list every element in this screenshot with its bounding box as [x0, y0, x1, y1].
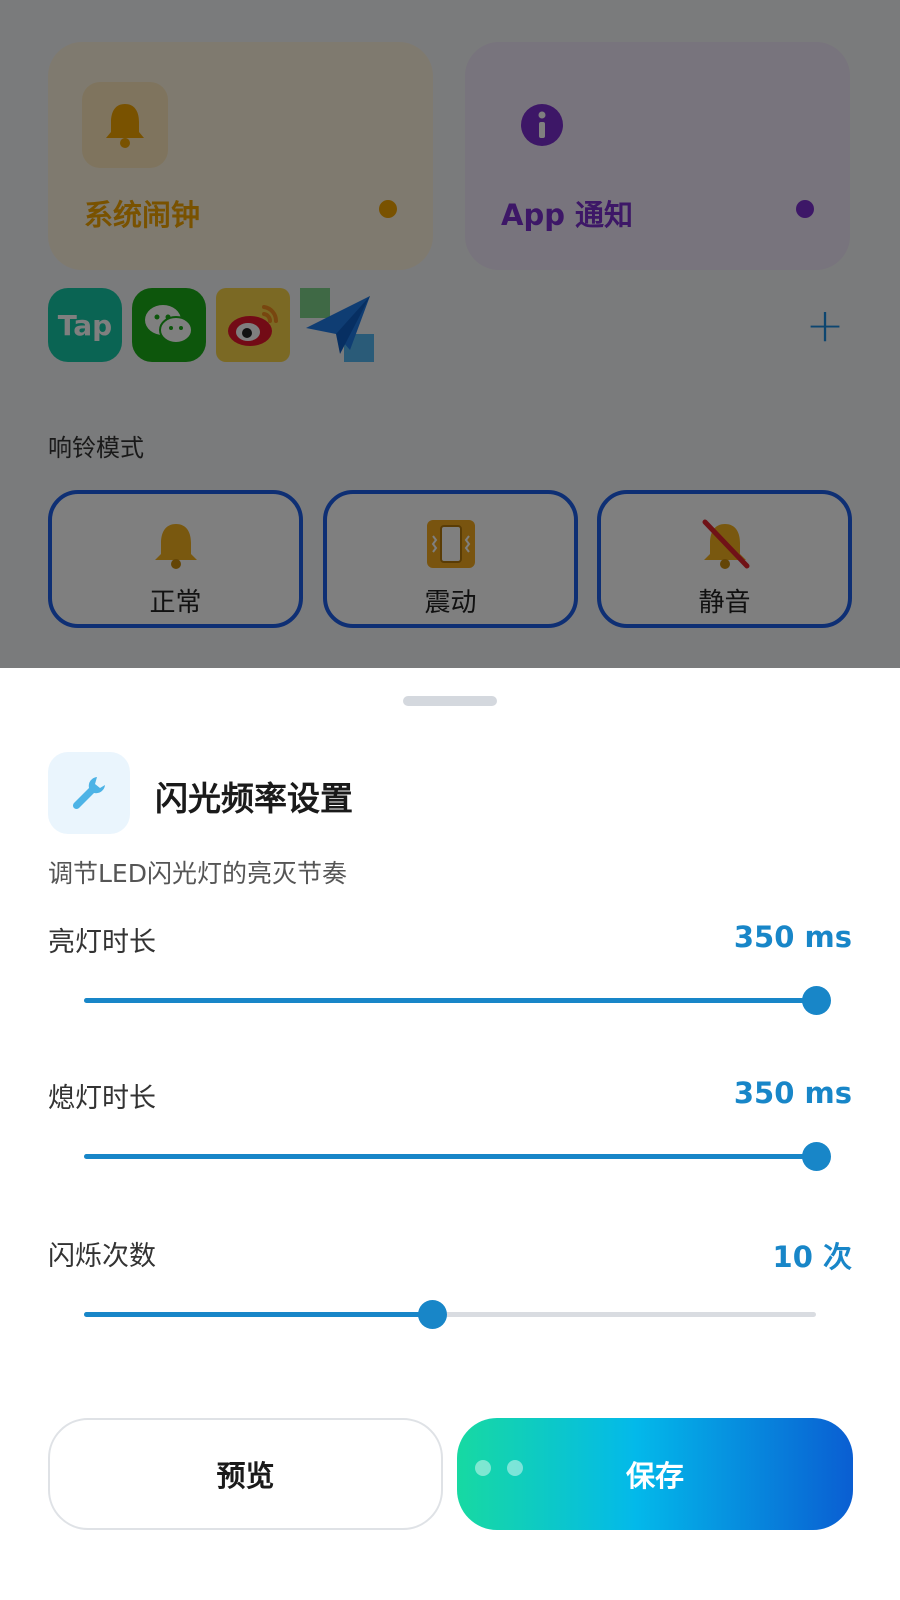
- tap-app-label: Tap: [57, 308, 113, 342]
- off-duration-label: 熄灯时长: [48, 1083, 156, 1114]
- slider-fill: [84, 998, 816, 1003]
- tap-app-icon[interactable]: Tap: [48, 288, 122, 362]
- ring-mode-vibrate[interactable]: 震动: [323, 490, 578, 628]
- decorative-dots: [475, 1460, 523, 1476]
- blink-count-label: 闪烁次数: [48, 1241, 156, 1272]
- off-duration-slider[interactable]: [84, 1142, 831, 1171]
- vibrate-icon: [421, 514, 481, 574]
- muted-bell-icon: [695, 514, 755, 574]
- sheet-drag-handle[interactable]: [403, 696, 497, 706]
- bell-icon: [82, 82, 168, 168]
- paper-plane-app-icon[interactable]: [300, 288, 374, 362]
- wrench-icon: [48, 752, 130, 834]
- slider-thumb[interactable]: [802, 1142, 831, 1171]
- wechat-app-icon[interactable]: [132, 288, 206, 362]
- slider-thumb[interactable]: [802, 986, 831, 1015]
- ring-mode-silent[interactable]: 静音: [597, 490, 852, 628]
- blink-count-value: 10 次: [772, 1240, 852, 1274]
- slider-fill: [84, 1154, 816, 1159]
- flash-frequency-sheet: 闪光频率设置 调节LED闪光灯的亮灭节奏 亮灯时长 350 ms 熄灯时长 35…: [0, 668, 900, 1600]
- app-notification-title: App 通知: [501, 198, 634, 232]
- system-alarm-title: 系统闹钟: [84, 198, 201, 232]
- ring-mode-vibrate-label: 震动: [424, 588, 477, 618]
- sheet-title: 闪光频率设置: [155, 779, 353, 818]
- on-duration-value: 350 ms: [733, 920, 852, 954]
- on-duration-slider[interactable]: [84, 986, 831, 1015]
- on-duration-label: 亮灯时长: [48, 927, 156, 958]
- ring-mode-label: 响铃模式: [48, 434, 144, 462]
- status-dot: [379, 200, 397, 218]
- blink-count-slider[interactable]: [84, 1300, 816, 1329]
- slider-thumb[interactable]: [417, 1300, 447, 1329]
- ring-mode-normal-label: 正常: [149, 588, 202, 618]
- preview-button[interactable]: 预览: [48, 1418, 443, 1530]
- system-alarm-card[interactable]: 系统闹钟: [48, 42, 433, 270]
- add-app-button[interactable]: +: [800, 300, 850, 350]
- ring-mode-silent-label: 静音: [698, 588, 751, 618]
- save-button[interactable]: 保存: [457, 1418, 853, 1530]
- slider-fill: [84, 1312, 432, 1317]
- save-button-label: 保存: [625, 1459, 684, 1493]
- off-duration-value: 350 ms: [733, 1076, 852, 1110]
- weibo-app-icon[interactable]: [216, 288, 290, 362]
- info-icon: [499, 82, 585, 168]
- bell-icon: [146, 514, 206, 574]
- sheet-subtitle: 调节LED闪光灯的亮灭节奏: [48, 859, 347, 888]
- app-notification-card[interactable]: App 通知: [465, 42, 850, 270]
- background-page: 系统闹钟 App 通知 Tap + 响铃模式 正常 震动 静音: [0, 0, 900, 668]
- ring-mode-normal[interactable]: 正常: [48, 490, 303, 628]
- app-list: Tap +: [48, 288, 868, 362]
- status-dot: [796, 200, 814, 218]
